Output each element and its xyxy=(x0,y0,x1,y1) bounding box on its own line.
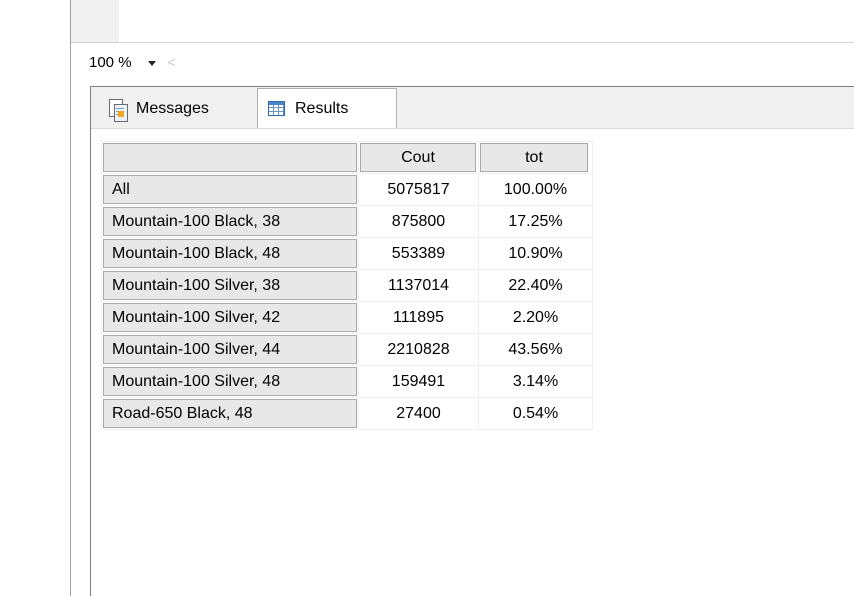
result-tabs: Messages Results xyxy=(91,87,854,129)
chevron-down-icon[interactable] xyxy=(147,60,156,66)
results-grid-icon xyxy=(268,101,285,116)
tab-results[interactable]: Results xyxy=(257,88,397,128)
cell-tot[interactable]: 0.54% xyxy=(478,397,593,430)
cell-tot[interactable]: 43.56% xyxy=(478,333,593,366)
cell-tot[interactable]: 10.90% xyxy=(478,237,593,270)
corner-cell[interactable] xyxy=(101,141,359,174)
row-header[interactable]: Road-650 Black, 48 xyxy=(101,397,359,430)
cell-tot[interactable]: 2.20% xyxy=(478,301,593,334)
row-header[interactable]: Mountain-100 Silver, 38 xyxy=(101,269,359,302)
scroll-left-icon[interactable]: < xyxy=(168,54,176,70)
cell-tot[interactable]: 17.25% xyxy=(478,205,593,238)
cell-cout[interactable]: 111895 xyxy=(358,301,479,334)
cell-cout[interactable]: 27400 xyxy=(358,397,479,430)
tab-messages[interactable]: Messages xyxy=(105,91,257,127)
messages-icon xyxy=(109,98,128,122)
table-row[interactable]: Road-650 Black, 48 27400 0.54% xyxy=(101,397,593,430)
query-results-window: 100 % < Messages Results Cout tot All 50… xyxy=(0,0,854,596)
row-header[interactable]: All xyxy=(101,173,359,206)
results-grid: Cout tot All 5075817 100.00% Mountain-10… xyxy=(101,141,593,430)
column-header-cout[interactable]: Cout xyxy=(358,141,479,174)
cell-tot[interactable]: 22.40% xyxy=(478,269,593,302)
row-header[interactable]: Mountain-100 Black, 38 xyxy=(101,205,359,238)
table-row[interactable]: Mountain-100 Silver, 38 1137014 22.40% xyxy=(101,269,593,302)
results-pane: Messages Results Cout tot All 5075817 10… xyxy=(90,86,854,596)
table-row[interactable]: Mountain-100 Silver, 48 159491 3.14% xyxy=(101,365,593,398)
cell-cout[interactable]: 1137014 xyxy=(358,269,479,302)
table-row[interactable]: Mountain-100 Black, 38 875800 17.25% xyxy=(101,205,593,238)
grid-header-row: Cout tot xyxy=(101,141,593,174)
row-header[interactable]: Mountain-100 Silver, 44 xyxy=(101,333,359,366)
column-header-tot[interactable]: tot xyxy=(478,141,593,174)
cell-tot[interactable]: 3.14% xyxy=(478,365,593,398)
row-header[interactable]: Mountain-100 Black, 48 xyxy=(101,237,359,270)
table-row[interactable]: Mountain-100 Silver, 42 111895 2.20% xyxy=(101,301,593,334)
editor-margin xyxy=(70,0,119,42)
cell-cout[interactable]: 5075817 xyxy=(358,173,479,206)
cell-cout[interactable]: 2210828 xyxy=(358,333,479,366)
table-row[interactable]: Mountain-100 Silver, 44 2210828 43.56% xyxy=(101,333,593,366)
cell-cout[interactable]: 875800 xyxy=(358,205,479,238)
row-header[interactable]: Mountain-100 Silver, 42 xyxy=(101,301,359,334)
row-header[interactable]: Mountain-100 Silver, 48 xyxy=(101,365,359,398)
table-row[interactable]: All 5075817 100.00% xyxy=(101,173,593,206)
table-row[interactable]: Mountain-100 Black, 48 553389 10.90% xyxy=(101,237,593,270)
zoom-dropdown[interactable]: 100 % < xyxy=(89,51,176,73)
tab-results-label: Results xyxy=(295,99,349,117)
zoom-value: 100 % xyxy=(89,53,132,71)
tab-messages-label: Messages xyxy=(136,100,209,117)
cell-tot[interactable]: 100.00% xyxy=(478,173,593,206)
editor-left-border xyxy=(70,0,71,596)
zoom-bar: 100 % < xyxy=(71,42,854,83)
cell-cout[interactable]: 553389 xyxy=(358,237,479,270)
cell-cout[interactable]: 159491 xyxy=(358,365,479,398)
